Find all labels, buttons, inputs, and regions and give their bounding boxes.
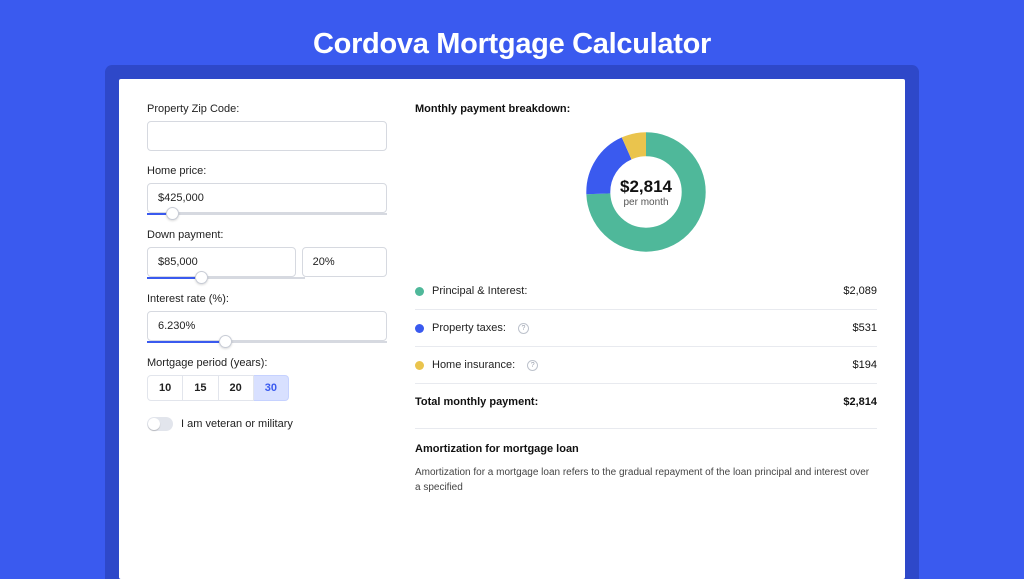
- down-payment-slider[interactable]: [147, 277, 305, 279]
- veteran-row: I am veteran or military: [147, 417, 387, 431]
- zip-label: Property Zip Code:: [147, 103, 387, 115]
- down-payment-field: Down payment:: [147, 229, 387, 279]
- calculator-card: Property Zip Code: Home price: Down paym…: [119, 79, 905, 579]
- total-label: Total monthly payment:: [415, 396, 538, 408]
- amortization-title: Amortization for mortgage loan: [415, 443, 877, 455]
- slider-thumb[interactable]: [195, 271, 208, 284]
- total-value: $2,814: [843, 396, 877, 408]
- total-row: Total monthly payment: $2,814: [415, 388, 877, 424]
- slider-fill: [147, 213, 166, 215]
- veteran-toggle[interactable]: [147, 417, 173, 431]
- legend-value: $531: [853, 322, 877, 334]
- legend-value: $194: [853, 359, 877, 371]
- breakdown-column: Monthly payment breakdown: $2,814 per mo…: [415, 103, 877, 555]
- dot-icon: [415, 287, 424, 296]
- donut-chart: $2,814 per month: [583, 129, 709, 255]
- home-price-slider[interactable]: [147, 213, 387, 215]
- down-payment-label: Down payment:: [147, 229, 387, 241]
- info-icon[interactable]: ?: [518, 323, 529, 334]
- slider-fill: [147, 277, 195, 279]
- legend-row-principal: Principal & Interest: $2,089: [415, 277, 877, 305]
- interest-field: Interest rate (%):: [147, 293, 387, 343]
- zip-input[interactable]: [147, 121, 387, 151]
- interest-label: Interest rate (%):: [147, 293, 387, 305]
- home-price-input[interactable]: [147, 183, 387, 213]
- page-title: Cordova Mortgage Calculator: [0, 28, 1024, 61]
- divider: [415, 383, 877, 384]
- divider: [415, 346, 877, 347]
- page-header: Cordova Mortgage Calculator: [0, 0, 1024, 79]
- period-field: Mortgage period (years): 10 15 20 30: [147, 357, 387, 401]
- donut-amount: $2,814: [620, 177, 672, 197]
- zip-field: Property Zip Code:: [147, 103, 387, 151]
- legend-row-insurance: Home insurance: ? $194: [415, 351, 877, 379]
- dot-icon: [415, 324, 424, 333]
- home-price-field: Home price:: [147, 165, 387, 215]
- home-price-label: Home price:: [147, 165, 387, 177]
- donut-chart-wrap: $2,814 per month: [415, 129, 877, 255]
- dot-icon: [415, 361, 424, 370]
- period-30-button[interactable]: 30: [254, 375, 289, 401]
- breakdown-title: Monthly payment breakdown:: [415, 103, 877, 115]
- period-15-button[interactable]: 15: [183, 375, 218, 401]
- period-button-group: 10 15 20 30: [147, 375, 387, 401]
- legend-value: $2,089: [843, 285, 877, 297]
- inputs-column: Property Zip Code: Home price: Down paym…: [147, 103, 387, 555]
- legend-row-taxes: Property taxes: ? $531: [415, 314, 877, 342]
- divider: [415, 428, 877, 429]
- interest-input[interactable]: [147, 311, 387, 341]
- down-payment-amount-input[interactable]: [147, 247, 296, 277]
- legend-label: Principal & Interest:: [432, 285, 527, 297]
- toggle-knob: [148, 418, 160, 430]
- slider-fill: [147, 341, 219, 343]
- amortization-text: Amortization for a mortgage loan refers …: [415, 465, 877, 495]
- legend-label: Home insurance:: [432, 359, 515, 371]
- divider: [415, 309, 877, 310]
- donut-sub: per month: [623, 197, 668, 208]
- slider-thumb[interactable]: [219, 335, 232, 348]
- period-10-button[interactable]: 10: [147, 375, 183, 401]
- info-icon[interactable]: ?: [527, 360, 538, 371]
- down-payment-percent-input[interactable]: [302, 247, 387, 277]
- period-20-button[interactable]: 20: [219, 375, 254, 401]
- period-label: Mortgage period (years):: [147, 357, 387, 369]
- legend-label: Property taxes:: [432, 322, 506, 334]
- interest-slider[interactable]: [147, 341, 387, 343]
- donut-center: $2,814 per month: [583, 129, 709, 255]
- veteran-label: I am veteran or military: [181, 418, 293, 430]
- slider-thumb[interactable]: [166, 207, 179, 220]
